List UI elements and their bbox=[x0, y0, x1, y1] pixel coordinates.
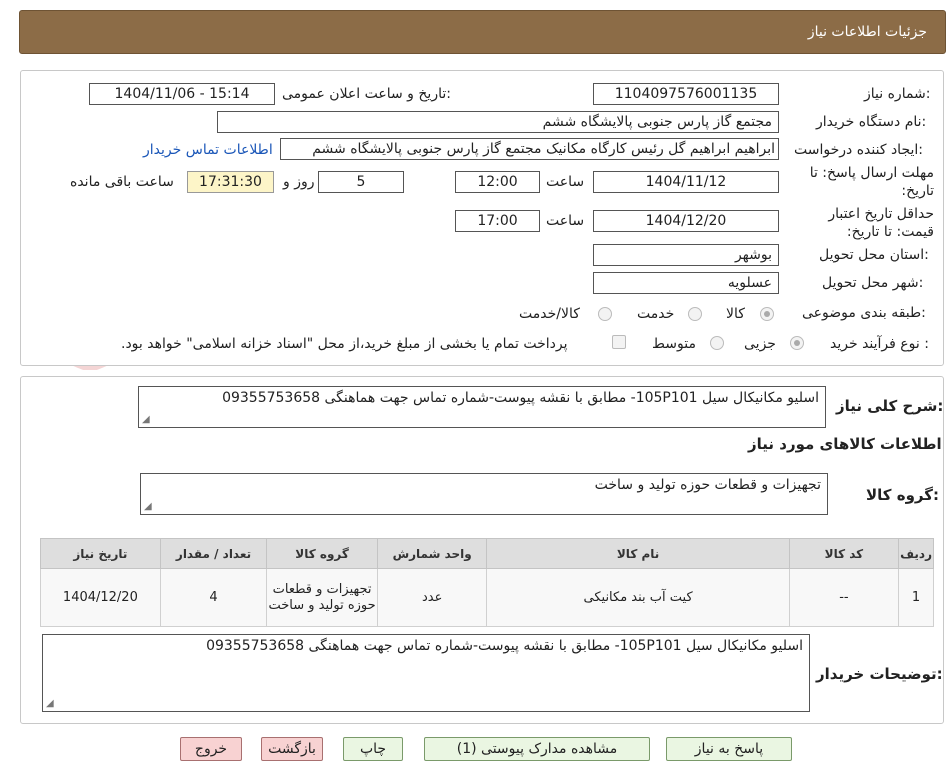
cell-need-date: 1404/12/20 bbox=[40, 568, 161, 627]
view-attachments-button[interactable]: مشاهده مدارک پیوستی (1) bbox=[424, 737, 650, 761]
province-field: بوشهر bbox=[593, 244, 779, 266]
process-radio-minor[interactable] bbox=[790, 336, 804, 350]
cell-unit: عدد bbox=[376, 568, 488, 627]
table-row: 1 -- کیت آب بند مکانیکی عدد تجهیزات و قط… bbox=[40, 568, 934, 627]
description-label: شرح کلی نیاز: bbox=[836, 397, 944, 415]
city-field: عسلویه bbox=[593, 272, 779, 294]
process-label: نوع فرآیند خرید : bbox=[830, 336, 929, 352]
process-option-minor: جزیی bbox=[744, 336, 776, 352]
category-option-service: خدمت bbox=[637, 306, 675, 322]
col-unit: واحد شمارش bbox=[376, 538, 488, 569]
category-radio-service[interactable] bbox=[688, 307, 702, 321]
cell-goods-code: -- bbox=[788, 568, 900, 627]
page-title: جزئیات اطلاعات نیاز bbox=[807, 24, 927, 40]
buyer-contact-link[interactable]: اطلاعات تماس خریدار bbox=[143, 142, 273, 158]
back-button[interactable]: بازگشت bbox=[261, 737, 323, 761]
treasury-payment-checkbox[interactable] bbox=[612, 335, 626, 349]
creator-label: ایجاد کننده درخواست: bbox=[794, 142, 923, 158]
announce-date-label: تاریخ و ساعت اعلان عمومی: bbox=[282, 86, 451, 102]
col-quantity: تعداد / مقدار bbox=[159, 538, 268, 569]
province-label: استان محل تحویل: bbox=[819, 247, 929, 263]
goods-group-text: تجهیزات و قطعات حوزه تولید و ساخت bbox=[594, 477, 821, 493]
reply-deadline-label: مهلت ارسال پاسخ: تا تاریخ: bbox=[809, 165, 934, 199]
goods-table-header: ردیف کد کالا نام کالا واحد شمارش گروه کا… bbox=[40, 538, 934, 569]
buyer-notes-text: اسلیو مکانیکال سیل 105P101- مطابق با نقش… bbox=[206, 638, 803, 654]
col-row-number: ردیف bbox=[898, 538, 934, 569]
reply-button[interactable]: پاسخ به نیاز bbox=[666, 737, 792, 761]
exit-button[interactable]: خروج bbox=[180, 737, 242, 761]
col-goods-name: نام کالا bbox=[486, 538, 790, 569]
goods-table: ردیف کد کالا نام کالا واحد شمارش گروه کا… bbox=[40, 538, 934, 627]
reply-time-field: 12:00 bbox=[455, 171, 540, 193]
category-option-goods: کالا bbox=[726, 306, 745, 322]
need-number-label: شماره نیاز: bbox=[864, 86, 931, 102]
reply-date-field: 1404/11/12 bbox=[593, 171, 779, 193]
announce-date-field: 1404/11/06 - 15:14 bbox=[89, 83, 275, 105]
buyer-org-label: نام دستگاه خریدار: bbox=[816, 114, 927, 130]
buyer-notes-field: اسلیو مکانیکال سیل 105P101- مطابق با نقش… bbox=[42, 634, 810, 712]
description-text: اسلیو مکانیکال سیل 105P101- مطابق با نقش… bbox=[222, 390, 819, 406]
category-label: طبقه بندی موضوعی: bbox=[802, 305, 926, 321]
category-radio-goods[interactable] bbox=[760, 307, 774, 321]
col-goods-group: گروه کالا bbox=[266, 538, 378, 569]
resize-grip-icon[interactable]: ◢ bbox=[144, 501, 152, 512]
creator-field: ابراهیم ابراهیم گل رئیس کارگاه مکانیک مج… bbox=[280, 138, 779, 160]
process-option-medium: متوسط bbox=[652, 336, 696, 352]
print-button[interactable]: چاپ bbox=[343, 737, 403, 761]
goods-info-title: اطلاعات کالاهای مورد نیاز bbox=[748, 435, 942, 453]
cell-quantity: 4 bbox=[159, 568, 268, 627]
resize-grip-icon[interactable]: ◢ bbox=[142, 414, 150, 425]
price-validity-label: حداقل تاریخ اعتبار قیمت: تا تاریخ: bbox=[828, 206, 934, 240]
col-goods-code: کد کالا bbox=[788, 538, 900, 569]
resize-grip-icon[interactable]: ◢ bbox=[46, 698, 54, 709]
days-label: روز و bbox=[283, 174, 315, 190]
goods-group-field: تجهیزات و قطعات حوزه تولید و ساخت ◢ bbox=[140, 473, 828, 515]
col-need-date: تاریخ نیاز bbox=[40, 538, 161, 569]
page-header: جزئیات اطلاعات نیاز bbox=[19, 10, 946, 54]
category-option-both: کالا/خدمت bbox=[519, 306, 580, 322]
goods-group-label: گروه کالا: bbox=[866, 486, 939, 504]
validity-date-field: 1404/12/20 bbox=[593, 210, 779, 232]
validity-time-field: 17:00 bbox=[455, 210, 540, 232]
cell-goods-name: کیت آب بند مکانیکی bbox=[486, 568, 790, 627]
time-remaining-field: 17:31:30 bbox=[187, 171, 274, 193]
reply-time-label: ساعت bbox=[546, 174, 585, 190]
time-remaining-label: ساعت باقی مانده bbox=[70, 174, 174, 190]
treasury-payment-note: پرداخت تمام یا بخشی از مبلغ خرید،از محل … bbox=[121, 336, 568, 352]
buyer-org-field: مجتمع گاز پارس جنوبی پالایشگاه ششم bbox=[217, 111, 779, 133]
cell-goods-group: تجهیزات و قطعات حوزه تولید و ساخت bbox=[266, 568, 378, 627]
category-radio-both[interactable] bbox=[598, 307, 612, 321]
days-remaining-field: 5 bbox=[318, 171, 404, 193]
process-radio-medium[interactable] bbox=[710, 336, 724, 350]
need-number-field: 1104097576001135 bbox=[593, 83, 779, 105]
validity-time-label: ساعت bbox=[546, 213, 585, 229]
city-label: شهر محل تحویل: bbox=[822, 275, 924, 291]
cell-row-number: 1 bbox=[898, 568, 934, 627]
description-field: اسلیو مکانیکال سیل 105P101- مطابق با نقش… bbox=[138, 386, 826, 428]
buyer-notes-label: توضیحات خریدار: bbox=[816, 665, 943, 683]
